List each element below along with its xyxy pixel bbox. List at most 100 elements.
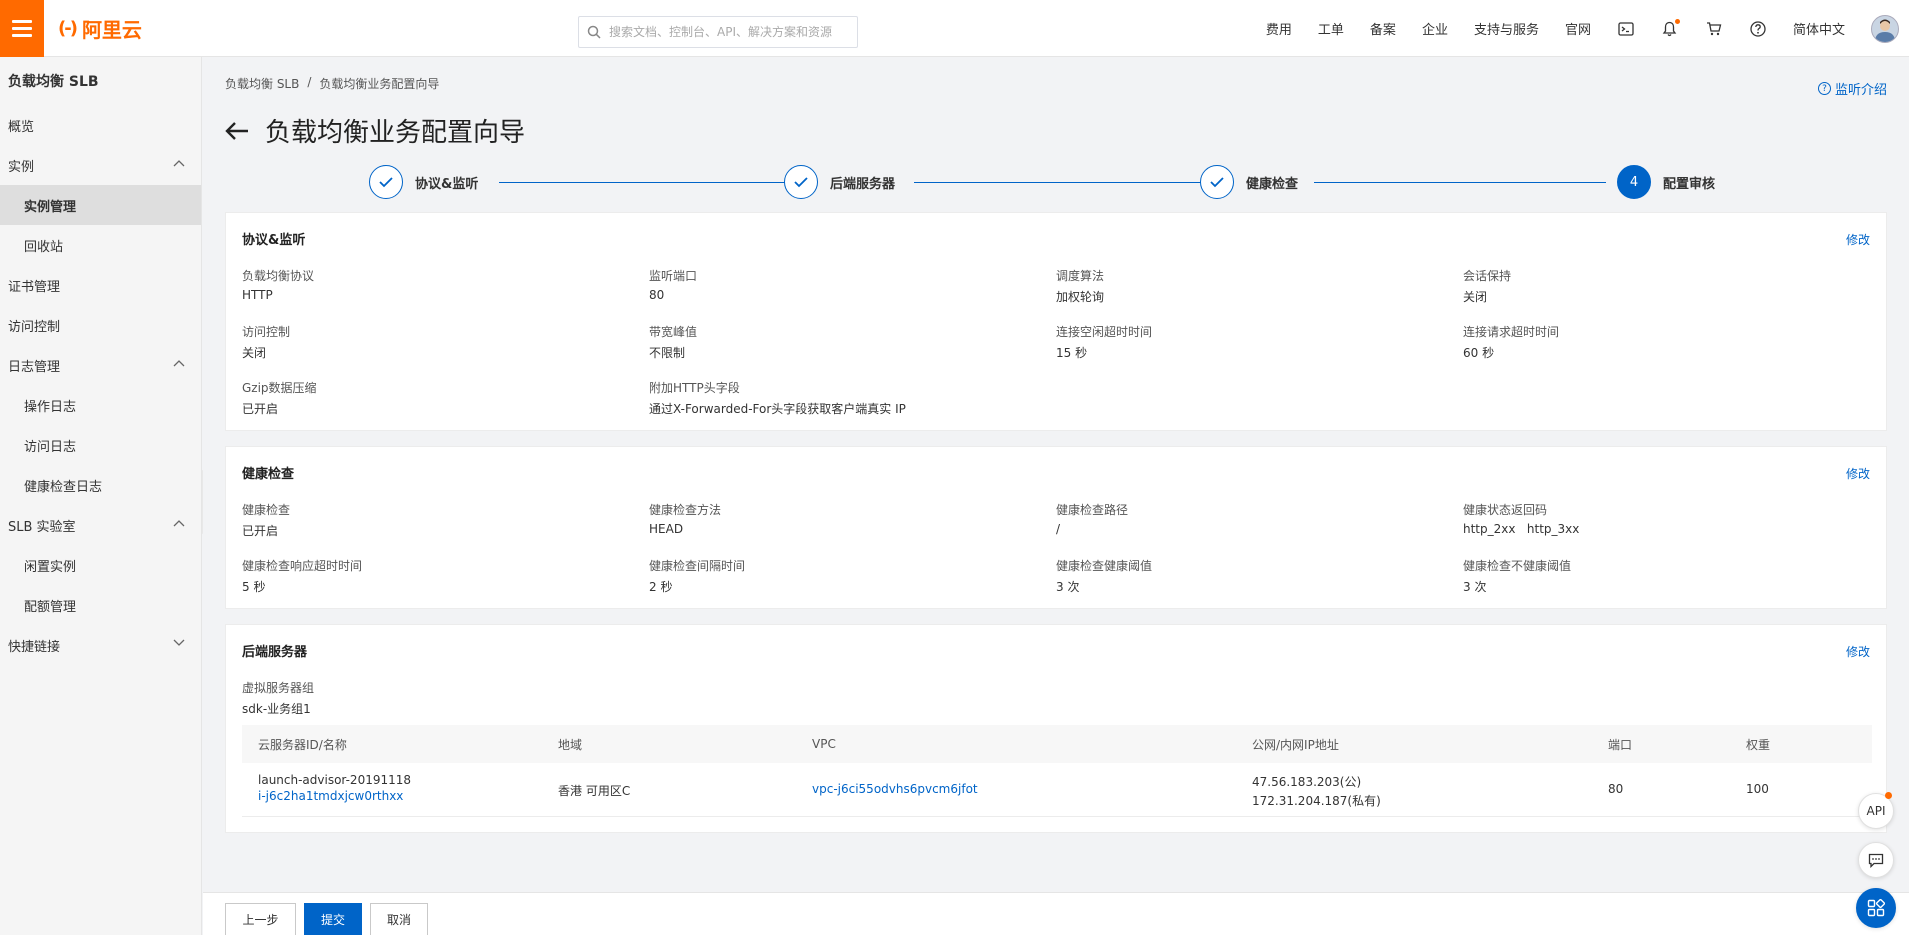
sidebar-item-instance-management[interactable]: 实例管理 <box>0 185 201 225</box>
vpc-link[interactable]: vpc-j6ci55odvhs6pvcm6jfot <box>812 782 978 796</box>
column-header: 端口 <box>1608 737 1633 752</box>
back-arrow-icon[interactable] <box>225 118 251 144</box>
sidebar-item-label: SLB 实验室 <box>8 519 76 535</box>
sidebar-item-label: 快捷链接 <box>8 639 61 655</box>
field-value: 不限制 <box>649 346 686 360</box>
apps-float-button[interactable] <box>1856 888 1896 928</box>
user-avatar[interactable] <box>1871 14 1899 43</box>
sidebar-item-instances[interactable]: 实例 <box>0 145 201 185</box>
table-row: launch-advisor-20191118 i-j6c2ha1tmdxjcw… <box>242 763 1872 817</box>
field-value: sdk-业务组1 <box>242 702 311 716</box>
api-float-button[interactable]: API <box>1858 792 1894 829</box>
brand-name: 阿里云 <box>81 17 142 42</box>
sidebar-item-label: 实例 <box>8 159 35 175</box>
search-input[interactable] <box>609 25 839 39</box>
step-label: 后端服务器 <box>830 176 896 192</box>
column-header: 地域 <box>558 737 583 752</box>
field-response-timeout: 健康检查响应超时时间 5 秒 <box>242 557 362 595</box>
sidebar-item-idle-instances[interactable]: 闲置实例 <box>0 545 201 585</box>
edit-health-check-link[interactable]: 修改 <box>1846 465 1870 482</box>
sidebar-item-access-control[interactable]: 访问控制 <box>0 305 201 345</box>
field-label: 健康检查方法 <box>649 503 722 517</box>
nav-item-website[interactable]: 官网 <box>1565 19 1591 38</box>
chat-icon <box>1868 853 1884 868</box>
field-value: 加权轮询 <box>1056 290 1105 304</box>
server-id-link[interactable]: i-j6c2ha1tmdxjcw0rthxx <box>258 789 411 803</box>
help-icon[interactable] <box>1749 20 1767 38</box>
field-value: 关闭 <box>242 346 267 360</box>
language-switch[interactable]: 简体中文 <box>1793 19 1845 38</box>
edit-listener-link[interactable]: 修改 <box>1846 231 1870 248</box>
footer-action-bar: 上一步 提交 取消 <box>203 892 1909 935</box>
field-healthy-threshold: 健康检查健康阈值 3 次 <box>1056 557 1152 595</box>
help-link[interactable]: ? 监听介绍 <box>1817 79 1887 98</box>
field-label: Gzip数据压缩 <box>242 381 317 395</box>
terminal-icon[interactable] <box>1617 20 1635 38</box>
page-title: 负载均衡业务配置向导 <box>265 118 526 148</box>
private-ip: 172.31.204.187(私有) <box>1252 794 1381 808</box>
hamburger-menu-button[interactable] <box>0 0 44 57</box>
sidebar-item-label: 日志管理 <box>8 359 61 375</box>
field-session-persistence: 会话保持 关闭 <box>1463 267 1511 305</box>
field-value: 5 秒 <box>242 580 266 594</box>
sidebar-item-certificates[interactable]: 证书管理 <box>0 265 201 305</box>
nav-item-support[interactable]: 支持与服务 <box>1474 19 1539 38</box>
brand-logo[interactable]: (-) 阿里云 <box>58 14 142 43</box>
nav-item-tickets[interactable]: 工单 <box>1318 19 1344 38</box>
table-header: 云服务器ID/名称 地域 VPC 公网/内网IP地址 端口 权重 <box>242 725 1872 763</box>
sidebar-item-overview[interactable]: 概览 <box>0 105 201 145</box>
field-label: 健康检查 <box>242 503 291 517</box>
step-connector <box>914 182 1204 183</box>
field-value: 80 <box>649 288 665 302</box>
cancel-button[interactable]: 取消 <box>370 903 428 935</box>
breadcrumb-current: 负载均衡业务配置向导 <box>319 77 440 91</box>
help-link-label: 监听介绍 <box>1834 83 1887 98</box>
cart-icon[interactable] <box>1705 20 1723 38</box>
breadcrumb-root[interactable]: 负载均衡 SLB <box>225 75 299 92</box>
sidebar-item-recycle-bin[interactable]: 回收站 <box>0 225 201 265</box>
step-connector <box>499 182 792 183</box>
sidebar-title: 负载均衡 SLB <box>8 74 99 90</box>
sidebar-item-quota[interactable]: 配额管理 <box>0 585 201 625</box>
question-circle-icon: ? <box>1817 82 1831 95</box>
wizard-steps: 协议&监听 后端服务器 健康检查 4 配置审核 <box>369 165 1759 201</box>
server-name: launch-advisor-20191118 <box>258 773 412 787</box>
nav-item-enterprise[interactable]: 企业 <box>1422 19 1448 38</box>
search-icon <box>587 25 601 39</box>
field-value: 关闭 <box>1463 290 1488 304</box>
listener-summary-card: 协议&监听 修改 负载均衡协议 HTTP 监听端口 80 调度算法 加权轮询 会话保持… <box>225 212 1887 431</box>
notification-dot <box>1885 792 1892 799</box>
breadcrumb-separator: / <box>307 75 312 89</box>
sidebar-item-operation-logs[interactable]: 操作日志 <box>0 385 201 425</box>
field-server-group: 虚拟服务器组 sdk-业务组1 <box>242 679 314 717</box>
edit-backend-link[interactable]: 修改 <box>1846 643 1870 660</box>
nav-item-billing[interactable]: 费用 <box>1266 19 1292 38</box>
submit-button[interactable]: 提交 <box>304 903 362 935</box>
field-label: 健康检查间隔时间 <box>649 559 746 573</box>
feedback-float-button[interactable] <box>1858 842 1894 878</box>
sidebar-item-label: 访问日志 <box>24 439 77 455</box>
sidebar-item-slb-lab[interactable]: SLB 实验室 <box>0 505 201 545</box>
field-protocol: 负载均衡协议 HTTP <box>242 267 314 302</box>
sidebar-item-access-logs[interactable]: 访问日志 <box>0 425 201 465</box>
field-label: 附加HTTP头字段 <box>649 381 740 395</box>
check-icon <box>784 165 818 199</box>
sidebar-item-health-check-logs[interactable]: 健康检查日志 <box>0 465 201 505</box>
bell-icon[interactable] <box>1661 18 1680 38</box>
nav-item-icp[interactable]: 备案 <box>1370 19 1396 38</box>
sidebar-item-logs[interactable]: 日志管理 <box>0 345 201 385</box>
check-icon <box>369 165 403 199</box>
region-cell: 香港 可用区C <box>558 784 631 798</box>
field-label: 健康检查路径 <box>1056 503 1129 517</box>
sidebar: 负载均衡 SLB 概览 实例 实例管理 回收站 证书管理 访问控制 日志管理 操… <box>0 57 202 935</box>
step-label: 健康检查 <box>1246 176 1299 192</box>
previous-step-button[interactable]: 上一步 <box>225 903 296 935</box>
card-title: 健康检查 <box>242 467 295 482</box>
field-access-control: 访问控制 关闭 <box>242 323 290 361</box>
sidebar-item-quick-links[interactable]: 快捷链接 <box>0 625 201 665</box>
page-title-row: 负载均衡业务配置向导 <box>225 112 525 149</box>
field-value: / <box>1056 522 1061 536</box>
field-label: 负载均衡协议 <box>242 269 315 283</box>
field-label: 监听端口 <box>649 269 698 283</box>
field-http-headers: 附加HTTP头字段 通过X-Forwarded-For头字段获取客户端真实 IP <box>649 379 906 417</box>
